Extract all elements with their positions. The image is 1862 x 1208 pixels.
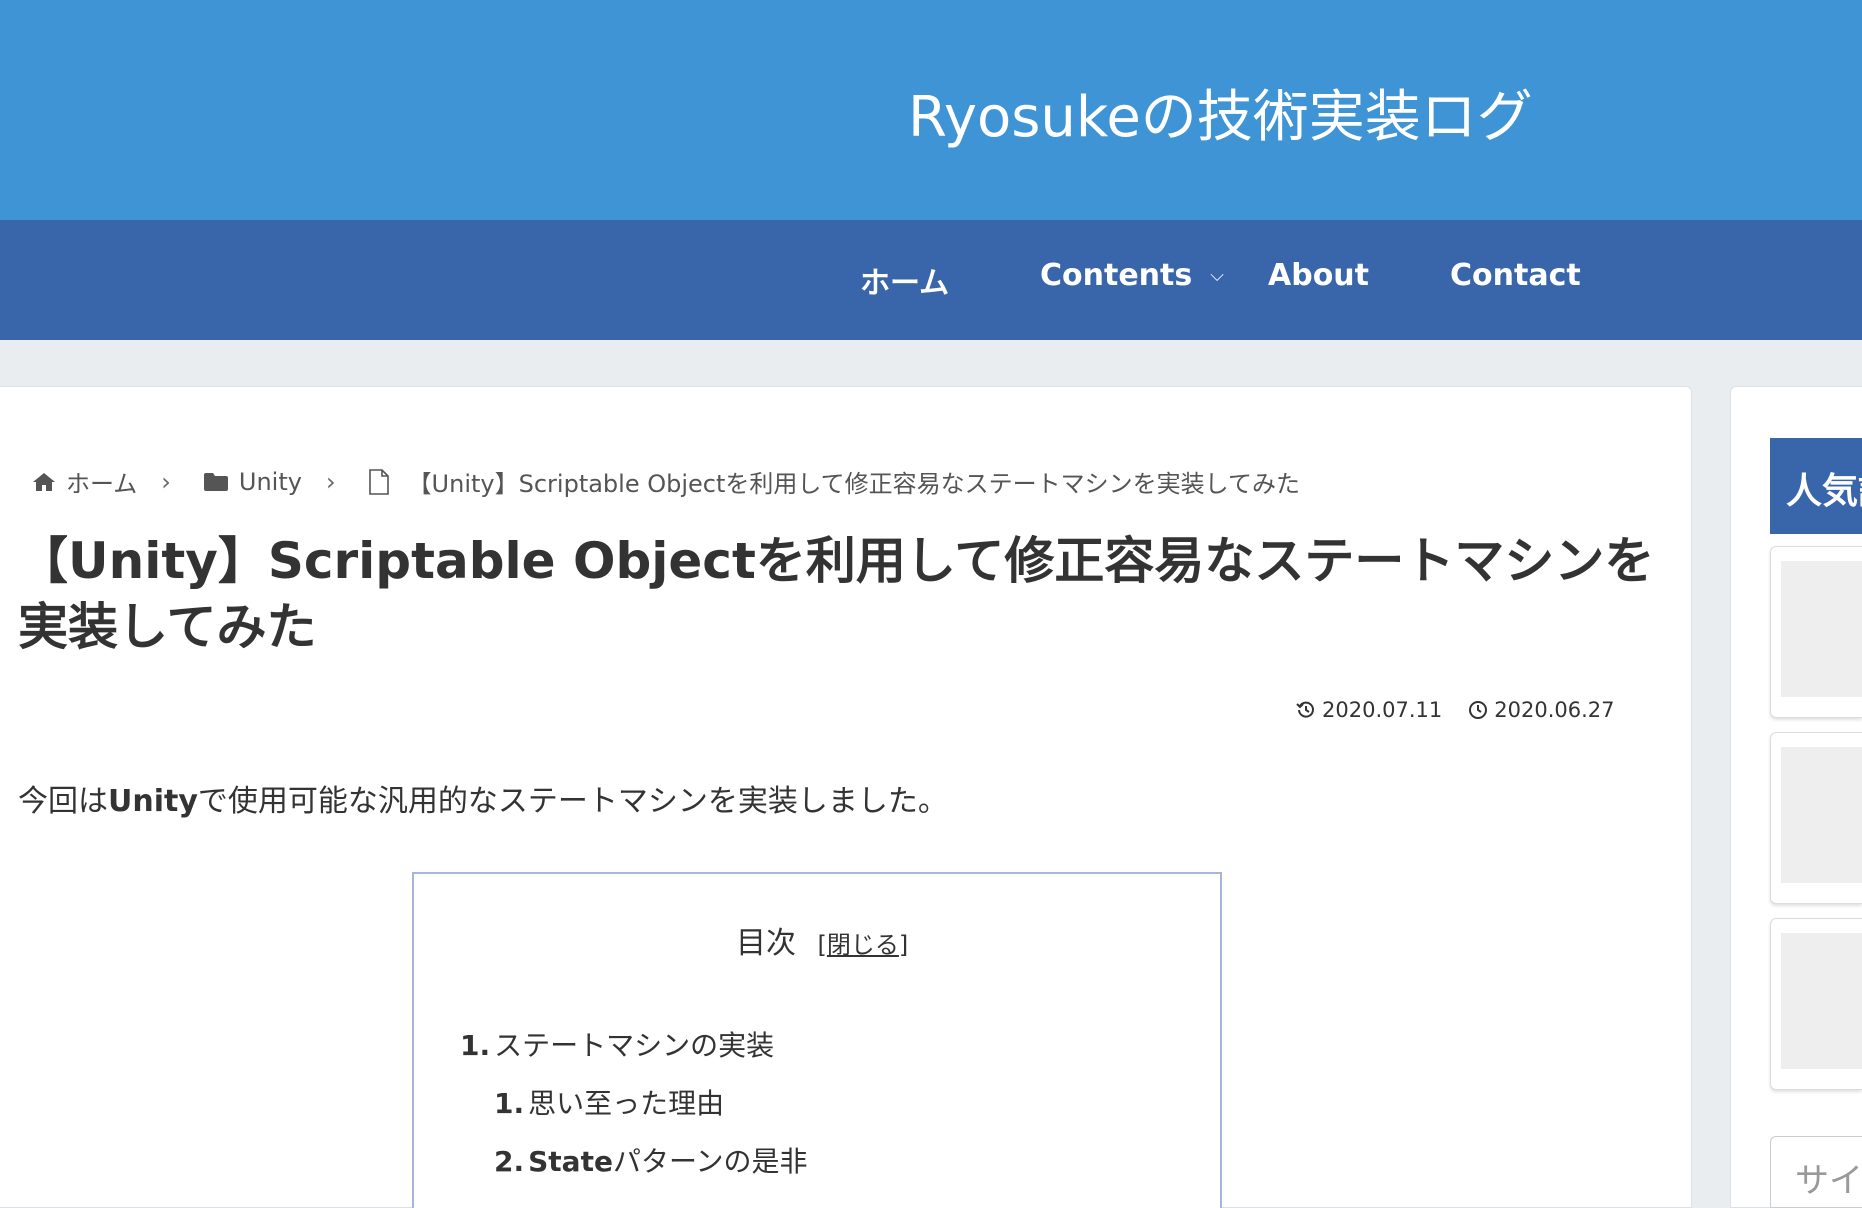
post-thumbnail: [1781, 561, 1862, 697]
updated-date-text: 2020.07.11: [1322, 698, 1443, 722]
intro-text: で使用可能な汎用的なステートマシンを実装しました。: [197, 784, 948, 819]
nav-home[interactable]: ホーム: [860, 258, 949, 302]
updated-date: 2020.07.11: [1296, 698, 1442, 722]
toc-item[interactable]: 2. Stateパターンの是非: [494, 1140, 808, 1180]
home-icon: [33, 472, 55, 491]
breadcrumb: ホーム › Unity › 【Unity】Scriptable Objectを利…: [32, 464, 1300, 499]
toc-title: 目次 [閉じる]: [736, 918, 908, 962]
sidebar-heading: 人気記事: [1770, 438, 1862, 534]
sidebar-popular-post[interactable]: [1770, 918, 1862, 1090]
toc-item-label-bold: State: [528, 1145, 613, 1178]
breadcrumb-current: 【Unity】Scriptable Objectを利用して修正容易なステートマシ…: [407, 470, 1300, 498]
article-title: 【Unity】Scriptable Objectを利用して修正容易なステートマシ…: [18, 532, 1655, 656]
nav-contents-label: Contents: [1040, 258, 1193, 293]
toc-item-number: 1.: [460, 1029, 491, 1062]
post-thumbnail: [1781, 933, 1862, 1069]
intro-bold: Unity: [108, 784, 198, 819]
breadcrumb-category-label: Unity: [238, 467, 302, 496]
toc-item-number: 2.: [494, 1145, 525, 1178]
article-intro: 今回はUnityで使用可能な汎用的なステートマシンを実装しました。: [18, 776, 948, 820]
toc-toggle[interactable]: [閉じる]: [818, 931, 909, 959]
breadcrumb-home[interactable]: ホーム: [32, 464, 137, 499]
sidebar-popular-post[interactable]: [1770, 546, 1862, 718]
toc-bracket: ]: [898, 931, 909, 959]
post-thumbnail: [1781, 747, 1862, 883]
toc-item-label: 思い至った理由: [528, 1087, 725, 1120]
nav-contents[interactable]: Contents ⌵: [1040, 258, 1224, 293]
site-title[interactable]: Ryosukeの技術実装ログ: [908, 72, 1533, 153]
toc-bracket: [: [817, 931, 827, 959]
chevron-down-icon: ⌵: [1210, 265, 1224, 286]
document-icon: [368, 468, 389, 495]
toc-toggle-link[interactable]: 閉じる: [827, 931, 899, 959]
published-date-text: 2020.06.27: [1494, 698, 1615, 722]
breadcrumb-category[interactable]: Unity: [203, 468, 302, 496]
breadcrumb-home-label: ホーム: [66, 470, 138, 498]
toc-item[interactable]: 1. ステートマシンの実装: [460, 1024, 774, 1064]
nav-contact[interactable]: Contact: [1450, 258, 1581, 293]
published-date: 2020.06.27: [1468, 698, 1615, 722]
intro-text: 今回は: [18, 784, 108, 819]
breadcrumb-separator-icon: ›: [325, 467, 336, 496]
folder-icon: [203, 472, 228, 491]
sidebar-popular-post[interactable]: [1770, 732, 1862, 904]
clock-icon: [1469, 701, 1488, 719]
table-of-contents: 目次 [閉じる] 1. ステートマシンの実装 1. 思い至った理由 2. Stateパ…: [412, 872, 1222, 1208]
toc-item-label: パターンの是非: [612, 1145, 808, 1178]
toc-item[interactable]: 1. 思い至った理由: [494, 1082, 724, 1122]
nav-about[interactable]: About: [1268, 258, 1369, 293]
article-dates: 2020.07.11 2020.06.27: [1296, 698, 1615, 722]
toc-item-number: 1.: [494, 1087, 525, 1120]
breadcrumb-separator-icon: ›: [161, 467, 171, 496]
search-input[interactable]: サイト内を検索: [1770, 1136, 1862, 1208]
toc-item-label: ステートマシンの実装: [494, 1029, 775, 1062]
history-icon: [1296, 701, 1314, 718]
toc-title-label: 目次: [736, 926, 796, 961]
